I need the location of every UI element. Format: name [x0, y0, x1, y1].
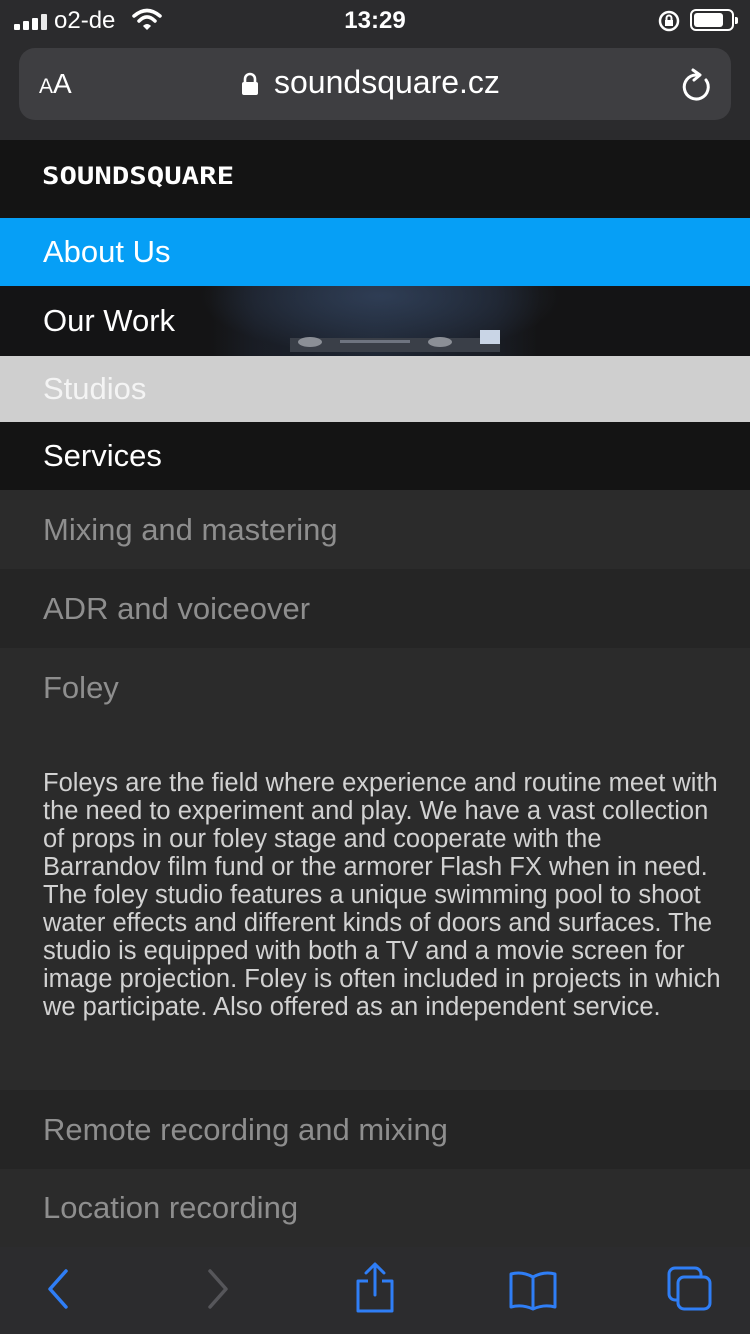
service-item-label: ADR and voiceover	[43, 590, 311, 626]
url-domain[interactable]: soundsquare.cz	[274, 64, 500, 101]
service-item-adr[interactable]: ADR and voiceover	[0, 569, 750, 648]
clock: 13:29	[344, 7, 406, 34]
service-item-location-recording[interactable]: Location recording	[0, 1169, 750, 1247]
nav-item-label: Our Work	[43, 303, 176, 338]
bookmarks-icon[interactable]	[508, 1269, 558, 1311]
service-item-mixing[interactable]: Mixing and mastering	[0, 490, 750, 569]
reload-icon[interactable]	[679, 68, 713, 104]
share-icon[interactable]	[354, 1261, 396, 1315]
orientation-lock-icon	[658, 10, 680, 32]
service-item-label: Remote recording and mixing	[43, 1111, 448, 1147]
site-header: SOUNDSQUARE	[0, 140, 750, 218]
nav-item-studios[interactable]: Studios	[0, 356, 750, 422]
service-item-label: Location recording	[43, 1190, 299, 1225]
back-icon[interactable]	[44, 1265, 72, 1313]
address-bar[interactable]: AA soundsquare.cz	[19, 48, 731, 120]
service-item-foley[interactable]: Foley Foleys are the field where experie…	[0, 648, 750, 1090]
service-description: Foleys are the field where experience an…	[43, 769, 721, 1021]
browser-toolbar	[0, 1247, 750, 1334]
service-item-remote-recording[interactable]: Remote recording and mixing	[0, 1090, 750, 1169]
nav-item-label: Studios	[43, 371, 147, 406]
status-bar: o2-de 13:29	[0, 0, 750, 44]
battery-icon	[690, 9, 738, 31]
tabs-icon[interactable]	[666, 1265, 714, 1313]
site-logo[interactable]: SOUNDSQUARE	[42, 162, 234, 190]
nav-item-label: About Us	[43, 234, 171, 269]
nav-item-services[interactable]: Services	[0, 422, 750, 490]
studio-console-image	[290, 330, 500, 352]
padlock-icon	[242, 72, 258, 95]
nav-item-label: Services	[43, 438, 162, 473]
battery-level	[694, 13, 723, 27]
service-item-label: Mixing and mastering	[43, 511, 338, 547]
browser-address-area: AA soundsquare.cz	[0, 44, 750, 140]
nav-item-about-us[interactable]: About Us	[0, 218, 750, 286]
nav-item-our-work[interactable]: Our Work	[0, 286, 750, 356]
forward-icon[interactable]	[204, 1265, 232, 1313]
text-size-button[interactable]: AA	[39, 68, 72, 100]
service-item-label[interactable]: Foley	[43, 670, 119, 706]
